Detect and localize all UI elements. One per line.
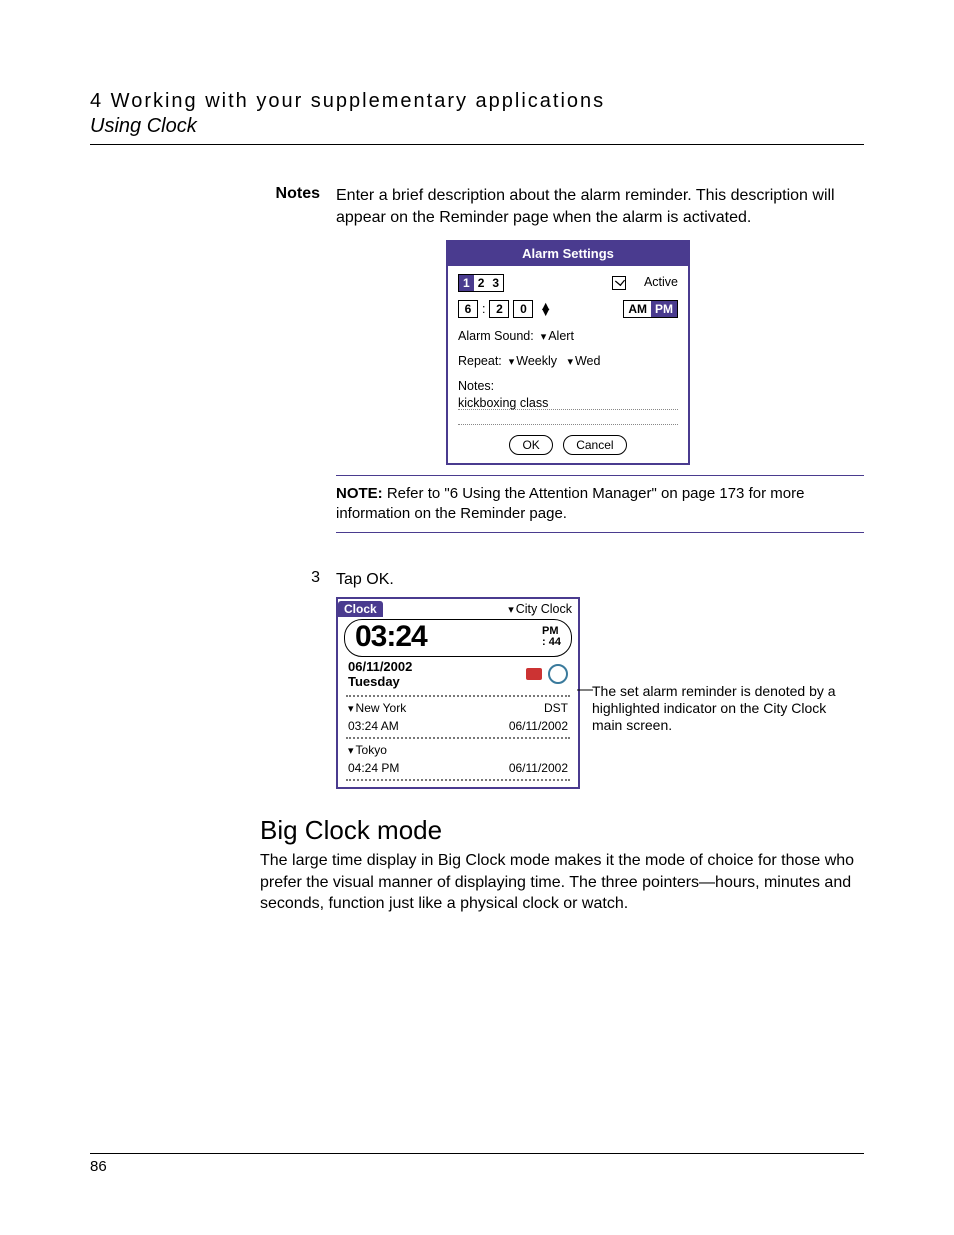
clock-dow: Tuesday [348,674,412,689]
am-option[interactable]: AM [624,301,651,317]
settings-clock-icon[interactable] [548,664,568,684]
section-heading: Using Clock [90,115,864,138]
chapter-heading: 4 Working with your supplementary applic… [90,90,864,113]
alarm-tab-2[interactable]: 2 [474,275,489,291]
city2-time: 04:24 PM [348,761,399,775]
repeat-dropdown[interactable]: Weekly [509,354,557,368]
big-time: 03:24 [355,620,427,654]
city2-date: 06/11/2002 [509,761,568,775]
notes-field-label: Notes: [458,378,678,395]
note-text: Refer to "6 Using the Attention Manager"… [336,485,804,522]
page: 4 Working with your supplementary applic… [0,0,954,1235]
callout-text: The set alarm reminder is denoted by a h… [592,683,842,733]
ampm-toggle[interactable]: AM PM [623,300,678,318]
hour-field[interactable]: 6 [458,300,478,318]
active-checkbox[interactable] [612,276,626,290]
ok-button[interactable]: OK [509,435,552,455]
minute-ones[interactable]: 0 [513,300,533,318]
note-lead: NOTE: [336,485,383,502]
alarm-tab-3[interactable]: 3 [488,275,503,291]
notes-input-line2[interactable] [458,410,678,425]
step-row: 3 Tap OK. [90,569,864,591]
city1-dropdown[interactable]: New York [348,701,406,715]
alarm-indicator-icon[interactable] [526,668,542,680]
minute-tens[interactable]: 2 [489,300,509,318]
city-clock-panel: Clock City Clock 03:24 PM: 44 06/11/2002… [336,597,580,789]
repeat-label: Repeat: [458,354,502,368]
notes-row: Notes Enter a brief description about th… [90,185,864,563]
clock-tab[interactable]: Clock [338,601,383,617]
big-clock-heading: Big Clock mode [260,815,864,846]
alarm-tab-1[interactable]: 1 [459,275,474,291]
notes-body-col: Enter a brief description about the alar… [336,185,864,563]
city1-date: 06/11/2002 [509,719,568,733]
alarm-tabs[interactable]: 1 2 3 [458,274,504,292]
pm-option[interactable]: PM [651,301,677,317]
time-stepper[interactable]: ▲▼ [539,303,551,315]
clock-figure: Clock City Clock 03:24 PM: 44 06/11/2002… [336,597,864,789]
alarm-sound-dropdown[interactable]: Alert [541,329,574,343]
clock-date: 06/11/2002 [348,659,412,674]
time-seconds: : 44 [542,636,561,648]
city1-tag: DST [544,701,568,715]
big-clock-body: The large time display in Big Clock mode… [260,850,864,915]
notes-label: Notes [90,185,336,203]
notes-body: Enter a brief description about the alar… [336,185,864,228]
note-box: NOTE: Refer to "6 Using the Attention Ma… [336,475,864,534]
page-number: 86 [90,1153,864,1175]
clock-mode-dropdown[interactable]: City Clock [508,602,572,616]
city1-time: 03:24 AM [348,719,399,733]
step-text: Tap OK. [336,569,864,591]
step-number: 3 [90,569,336,587]
alarm-title: Alarm Settings [448,242,688,266]
alarm-settings-panel: Alarm Settings 1 2 3 Active 6 [446,240,690,465]
notes-input-line1[interactable]: kickboxing class [458,395,678,410]
active-label: Active [644,274,678,291]
cancel-button[interactable]: Cancel [563,435,626,455]
time-display: 03:24 PM: 44 [344,619,572,657]
header-rule [90,144,864,145]
repeat-day-dropdown[interactable]: Wed [567,354,600,368]
alarm-sound-label: Alarm Sound: [458,329,534,343]
city2-dropdown[interactable]: Tokyo [348,743,387,757]
